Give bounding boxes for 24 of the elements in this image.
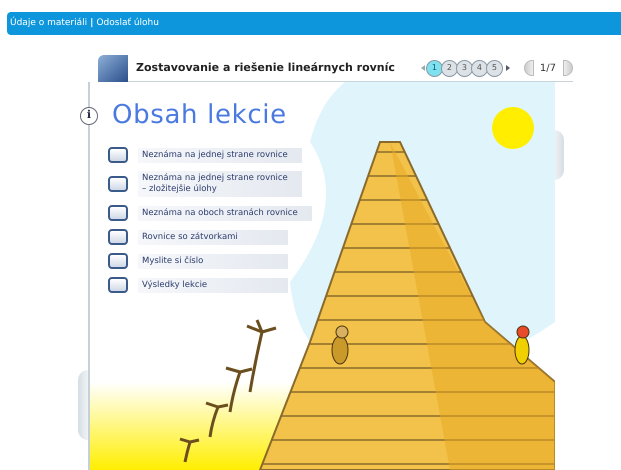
page-number-button[interactable]: 4 (470, 60, 488, 76)
lesson-topic-link[interactable]: Myslite si číslo (138, 254, 288, 268)
lesson-logo-icon (98, 54, 128, 82)
link-separator: | (90, 16, 94, 30)
page-number-button[interactable]: 1 (426, 60, 443, 76)
lesson-topic-icon[interactable] (108, 277, 128, 293)
lesson-topic-link[interactable]: Neznáma na jednej strane rovnice – zložitejšie úlohy (138, 171, 302, 197)
lesson-topic-link[interactable]: Neznáma na oboch stranách rovnice (138, 206, 312, 220)
lesson-topic-icon[interactable] (108, 253, 128, 269)
next-pages-arrow-icon[interactable] (506, 65, 510, 71)
lesson-contents-heading: Obsah lekcie (112, 99, 287, 132)
page-number-button[interactable]: 2 (440, 60, 458, 76)
page-number-button[interactable]: 3 (456, 60, 473, 76)
lesson-topic-link[interactable]: Rovnice so zátvorkami (138, 230, 288, 244)
page-number-button[interactable]: 5 (486, 60, 503, 76)
page-counter: 1/7 (540, 62, 556, 76)
info-badge[interactable]: i (80, 106, 98, 124)
lesson-topic-link[interactable]: Výsledky lekcie (138, 278, 288, 292)
lesson-topic-link[interactable]: Neznáma na jednej strane rovnice (138, 148, 302, 162)
lesson-topic-icon[interactable] (108, 229, 128, 245)
lesson-topic-icon[interactable] (108, 176, 128, 192)
lesson-topic-icon[interactable] (108, 205, 128, 221)
lesson-topic-icon[interactable] (108, 147, 128, 163)
lesson-title: Zostavovanie a riešenie lineárnych rovníc (136, 60, 395, 76)
